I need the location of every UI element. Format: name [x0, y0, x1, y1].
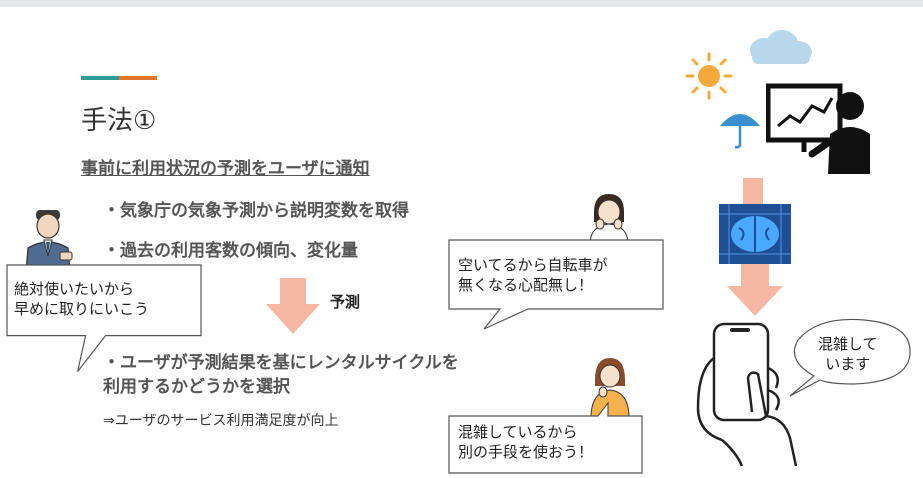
- callout-phone-text: 混雑して います: [818, 335, 878, 373]
- callout-phone: 混雑して います: [784, 316, 916, 402]
- callout-woman-top-text: 空いてるから自転車が 無くなる心配無し！: [458, 256, 608, 294]
- down-arrow-icon: [266, 278, 320, 334]
- result-line-2: 利用するかどうかを選択: [103, 377, 290, 397]
- umbrella-icon: [720, 114, 760, 149]
- callout-woman-bottom-text: 混雑しているから 別の手段を使おう！: [458, 423, 594, 461]
- bullet-weather: ・気象庁の気象予測から説明変数を取得: [103, 201, 409, 221]
- flow-arrow-2-icon: [727, 264, 783, 316]
- page-title: 手法①: [81, 106, 157, 136]
- callout-businessman: 絶対使いたいから 早めに取りにいこう: [6, 264, 202, 374]
- bullet-history: ・過去の利用客数の傾向、変化量: [103, 241, 358, 261]
- accent-bar-orange: [119, 76, 157, 80]
- conclusion-text: ⇒ユーザのサービス利用満足度が向上: [103, 413, 339, 429]
- arrow-label: 予測: [330, 293, 361, 311]
- analyst-monitor-icon: [766, 83, 870, 174]
- businessman-icon: [25, 210, 73, 272]
- brain-chip-icon: [719, 204, 791, 264]
- callout-woman-bottom: 混雑しているから 別の手段を使おう！: [448, 402, 643, 474]
- cloud-icon: [750, 30, 812, 64]
- callout-woman-top: 空いてるから自転車が 無くなる心配無し！: [448, 239, 664, 331]
- accent-bar-teal: [81, 76, 119, 80]
- callout-businessman-text: 絶対使いたいから 早めに取りにいこう: [14, 280, 150, 318]
- top-bar: [0, 0, 923, 7]
- subtitle: 事前に利用状況の予測をユーザに通知: [81, 159, 370, 179]
- woman-thinking-icon: [589, 194, 629, 244]
- sun-icon: [685, 52, 733, 100]
